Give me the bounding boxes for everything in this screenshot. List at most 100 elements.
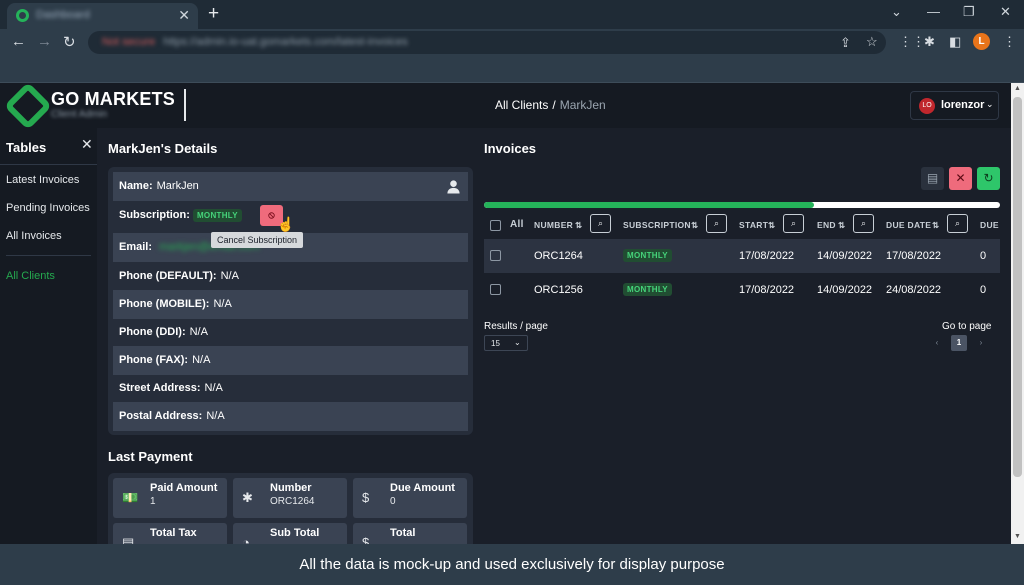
detail-value: N/A bbox=[206, 410, 225, 422]
table-row[interactable]: ORC1264 MONTHLY 17/08/2022 14/09/2022 17… bbox=[484, 239, 1000, 273]
select-all-checkbox[interactable] bbox=[490, 220, 501, 231]
close-tab-icon[interactable]: ✕ bbox=[178, 7, 190, 24]
column-start[interactable]: START bbox=[739, 220, 768, 230]
search-number-icon[interactable]: ⌕ bbox=[590, 214, 611, 233]
tile-total: $ Total bbox=[353, 523, 467, 544]
detail-row-name: Name: MarkJen bbox=[113, 172, 468, 201]
breadcrumb-all-clients[interactable]: All Clients bbox=[495, 98, 548, 112]
page-scrollbar[interactable]: ▲ ▼ bbox=[1011, 83, 1024, 544]
divider bbox=[0, 164, 97, 165]
details-title: MarkJen's Details bbox=[108, 141, 218, 156]
browser-tab[interactable]: Dashboard ✕ bbox=[7, 3, 198, 29]
go-to-page-label: Go to page bbox=[942, 321, 992, 332]
column-number[interactable]: NUMBER bbox=[534, 220, 573, 230]
star-icon[interactable]: ☆ bbox=[866, 34, 878, 50]
back-icon[interactable]: ← bbox=[11, 33, 26, 50]
detail-label: Phone (DDI): bbox=[119, 326, 186, 338]
sidebar-item-pending-invoices[interactable]: Pending Invoices bbox=[6, 202, 90, 214]
tile-label: Paid Amount bbox=[150, 482, 218, 494]
name-label: Name: bbox=[119, 180, 153, 192]
export-icon[interactable]: ▤ bbox=[921, 167, 944, 190]
tile-value: ORC1264 bbox=[270, 496, 315, 507]
results-per-page-select[interactable]: 15 ⌄ bbox=[484, 335, 528, 351]
subscription-badge: MONTHLY bbox=[192, 209, 242, 222]
detail-label: Phone (MOBILE): bbox=[119, 298, 210, 310]
detail-value: N/A bbox=[192, 354, 211, 366]
security-indicator[interactable]: Not secure bbox=[102, 36, 155, 48]
forward-icon[interactable]: → bbox=[37, 33, 52, 50]
page-1-button[interactable]: 1 bbox=[951, 335, 967, 351]
detail-label: Postal Address: bbox=[119, 410, 203, 422]
cell-start: 17/08/2022 bbox=[739, 250, 795, 262]
sort-icon[interactable]: ⇅ bbox=[838, 220, 845, 231]
favicon-icon bbox=[16, 9, 29, 22]
column-due-date[interactable]: DUE DATE bbox=[886, 220, 931, 230]
sort-icon[interactable]: ⇅ bbox=[691, 220, 698, 231]
user-name: lorenzor bbox=[941, 99, 985, 111]
extensions-icon[interactable]: ✱ bbox=[924, 34, 935, 50]
tab-search-icon[interactable]: ⌄ bbox=[891, 4, 902, 20]
row-checkbox[interactable] bbox=[490, 284, 501, 295]
column-subscription[interactable]: SUBSCRIPTION bbox=[623, 220, 691, 230]
tile-label: Number bbox=[270, 482, 312, 494]
search-due-date-icon[interactable]: ⌕ bbox=[947, 214, 968, 233]
detail-row-phone-fax: Phone (FAX): N/A bbox=[113, 346, 468, 375]
column-due[interactable]: DUE bbox=[980, 220, 999, 230]
browser-menu-icon[interactable]: ⋮ bbox=[1003, 34, 1016, 50]
search-end-icon[interactable]: ⌕ bbox=[853, 214, 874, 233]
search-start-icon[interactable]: ⌕ bbox=[783, 214, 804, 233]
hand-coin-icon: $ bbox=[362, 490, 370, 505]
bookmarks-bar bbox=[0, 56, 1024, 83]
share-icon[interactable]: ⇪ bbox=[840, 35, 851, 51]
search-subscription-icon[interactable]: ⌕ bbox=[706, 214, 727, 233]
reload-icon[interactable]: ↻ bbox=[63, 33, 76, 51]
chevron-down-icon: ⌄ bbox=[514, 338, 521, 347]
scroll-down-icon[interactable]: ▼ bbox=[1014, 533, 1021, 540]
tile-due-amount: $ Due Amount 0 bbox=[353, 478, 467, 518]
detail-row-phone-ddi: Phone (DDI): N/A bbox=[113, 318, 468, 347]
tile-label: Due Amount bbox=[390, 482, 455, 494]
browser-tab-bar: Dashboard ✕ + ⌄ — ❐ ✕ bbox=[0, 0, 1024, 29]
app-header: GO MARKETS Client Admin All Clients / Mark… bbox=[0, 83, 1011, 131]
tab-title: Dashboard bbox=[36, 9, 90, 21]
next-page-button[interactable]: › bbox=[973, 335, 989, 351]
scrollbar-thumb[interactable] bbox=[1013, 97, 1022, 477]
minimize-icon[interactable]: — bbox=[927, 4, 940, 19]
user-menu-button[interactable]: LO lorenzor ⌄ bbox=[910, 91, 999, 120]
breadcrumb-current: MarkJen bbox=[559, 98, 606, 112]
caption-text: All the data is mock-up and used exclusi… bbox=[299, 556, 725, 573]
invoices-title: Invoices bbox=[484, 141, 537, 156]
last-payment-card: 💵 Paid Amount 1 ✱ Number ORC1264 $ Due A… bbox=[108, 473, 473, 544]
new-tab-icon[interactable]: + bbox=[208, 3, 219, 25]
profile-avatar[interactable]: L bbox=[973, 33, 990, 50]
sort-icon[interactable]: ⇅ bbox=[932, 220, 939, 231]
column-all: All bbox=[510, 219, 524, 230]
table-row[interactable]: ORC1256 MONTHLY 17/08/2022 14/09/2022 24… bbox=[484, 273, 1000, 307]
tile-sub-total: ◔ Sub Total bbox=[233, 523, 347, 544]
hand-cursor-icon: ☝ bbox=[277, 216, 295, 232]
sort-icon[interactable]: ⇅ bbox=[768, 220, 775, 231]
logo-divider bbox=[184, 89, 186, 121]
sidebar: Tables ✕ Latest Invoices Pending Invoice… bbox=[0, 128, 97, 544]
cancel-subscription-tooltip: Cancel Subscription bbox=[211, 232, 304, 248]
sidebar-item-latest-invoices[interactable]: Latest Invoices bbox=[6, 174, 79, 186]
address-bar[interactable]: Not secure https://admin.io-uat.gomarkets… bbox=[88, 31, 886, 54]
tile-paid-amount: 💵 Paid Amount 1 bbox=[113, 478, 227, 518]
window-close-icon[interactable]: ✕ bbox=[1000, 4, 1011, 20]
details-card: Name: MarkJen Subscription: MONTHLY ⦸ Ema… bbox=[108, 167, 473, 435]
sort-icon[interactable]: ⇅ bbox=[575, 220, 582, 231]
column-end[interactable]: END bbox=[817, 220, 836, 230]
apps-grid-icon[interactable]: ⋮⋮ bbox=[899, 34, 925, 50]
clear-filters-button[interactable]: ✕ bbox=[949, 167, 972, 190]
refresh-button[interactable]: ↻ bbox=[977, 167, 1000, 190]
sidebar-item-all-clients[interactable]: All Clients bbox=[6, 270, 55, 282]
sidebar-item-all-invoices[interactable]: All Invoices bbox=[6, 230, 62, 242]
side-panel-icon[interactable]: ◧ bbox=[949, 34, 961, 50]
user-avatar: LO bbox=[919, 98, 935, 114]
restore-icon[interactable]: ❐ bbox=[963, 4, 975, 20]
row-checkbox[interactable] bbox=[490, 250, 501, 261]
scroll-up-icon[interactable]: ▲ bbox=[1014, 85, 1021, 92]
prev-page-button[interactable]: ‹ bbox=[929, 335, 945, 351]
tile-value: 0 bbox=[390, 496, 396, 507]
sidebar-close-icon[interactable]: ✕ bbox=[81, 136, 93, 153]
